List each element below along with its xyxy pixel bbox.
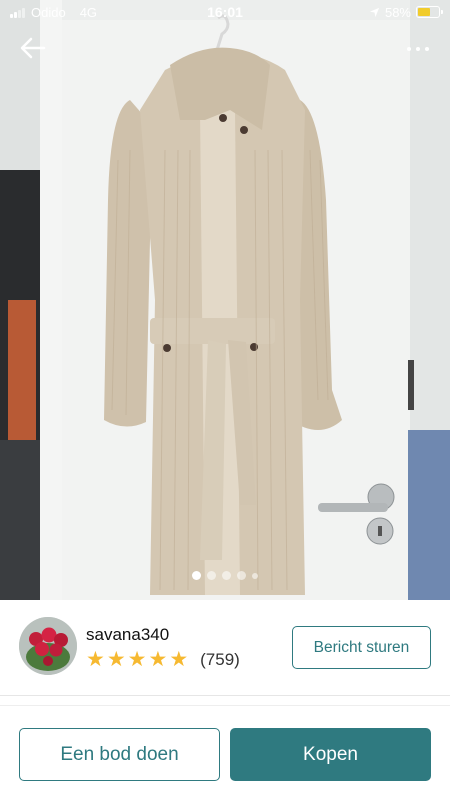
gallery-dot[interactable] bbox=[222, 571, 231, 580]
star-icon: ★ bbox=[86, 648, 105, 671]
star-icon: ★ bbox=[148, 648, 168, 671]
avatar-roses-image bbox=[19, 617, 77, 675]
seller-avatar[interactable] bbox=[19, 617, 77, 675]
star-icon: ★ bbox=[169, 648, 189, 671]
carrier-name: Odido bbox=[31, 4, 66, 20]
gallery-dot[interactable] bbox=[237, 571, 246, 580]
more-dots-icon bbox=[407, 47, 411, 51]
gallery-dot[interactable] bbox=[252, 572, 258, 579]
rating-stars: ★ ★ ★ ★ ★ bbox=[86, 649, 188, 671]
product-photo[interactable]: Odido 4G 16:01 58% bbox=[0, 0, 450, 600]
back-arrow-icon bbox=[20, 37, 46, 59]
star-icon: ★ bbox=[127, 648, 147, 671]
status-right: 58% bbox=[369, 4, 443, 20]
star-icon: ★ bbox=[106, 648, 126, 671]
gallery-dot[interactable] bbox=[207, 571, 216, 580]
more-options-button[interactable] bbox=[402, 40, 434, 58]
signal-strength-icon bbox=[10, 7, 25, 18]
seller-rating[interactable]: ★ ★ ★ ★ ★ (759) bbox=[86, 649, 240, 671]
back-button[interactable] bbox=[18, 34, 48, 62]
status-left: Odido 4G bbox=[10, 5, 97, 20]
make-offer-button[interactable]: Een bod doen bbox=[19, 728, 220, 781]
review-count: (759) bbox=[200, 650, 240, 669]
gallery-pagination[interactable] bbox=[0, 571, 450, 580]
seller-info[interactable]: savana340 ★ ★ ★ ★ ★ (759) Bericht sturen bbox=[0, 600, 450, 696]
seller-username[interactable]: savana340 bbox=[86, 625, 169, 645]
battery-icon bbox=[416, 6, 443, 18]
battery-percent: 58% bbox=[384, 4, 411, 20]
network-type: 4G bbox=[79, 4, 98, 20]
status-bar: Odido 4G 16:01 58% bbox=[0, 0, 450, 24]
gallery-dot[interactable] bbox=[192, 571, 201, 580]
battery-level bbox=[418, 8, 430, 16]
buy-button[interactable]: Kopen bbox=[230, 728, 431, 781]
send-message-button[interactable]: Bericht sturen bbox=[292, 626, 431, 669]
cardigan-photo-illustration bbox=[0, 0, 450, 600]
divider bbox=[0, 705, 450, 706]
location-arrow-icon bbox=[369, 7, 380, 17]
